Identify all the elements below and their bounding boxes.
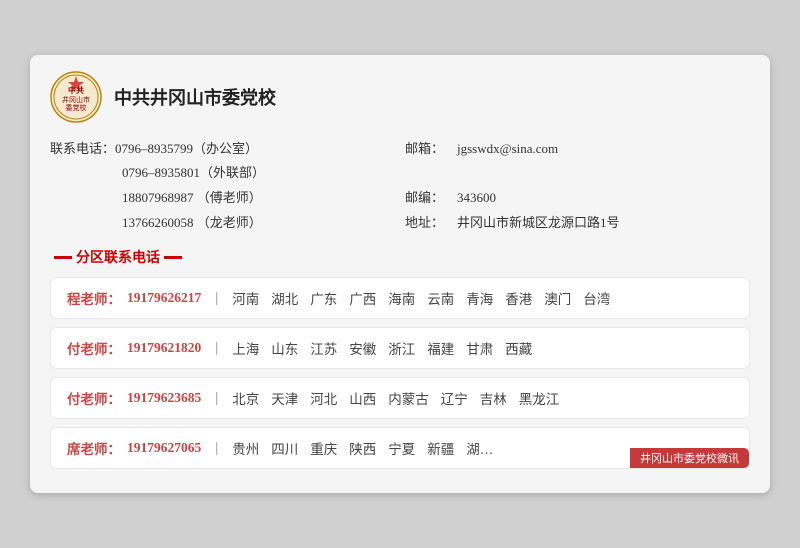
sep-1: | bbox=[215, 290, 218, 307]
region-item-1: 程老师： 19179626217 | 河南 湖北 广东 广西 海南 云南 青海 … bbox=[50, 277, 750, 319]
sep-2: | bbox=[215, 340, 218, 357]
area-2-6: 福建 bbox=[427, 338, 454, 358]
area-4-6: 新疆 bbox=[427, 438, 454, 458]
phone-3: 18807968987 （傅老师） bbox=[122, 186, 262, 211]
region-row-2: 付老师： 19179621820 | 上海 山东 江苏 安徽 浙江 福建 甘肃 … bbox=[67, 338, 733, 358]
area-3-6: 辽宁 bbox=[441, 388, 468, 408]
section-divider: 分区联系电话 bbox=[50, 247, 750, 267]
area-3-5: 内蒙古 bbox=[388, 388, 429, 408]
area-4-2: 四川 bbox=[271, 438, 298, 458]
sep-4: | bbox=[215, 440, 218, 457]
spacer-row bbox=[405, 161, 750, 186]
area-1-6: 云南 bbox=[427, 288, 454, 308]
zipcode-row: 邮编： 343600 bbox=[405, 186, 750, 211]
email-row: 邮箱： jgsswdx@sina.com bbox=[405, 137, 750, 162]
contact-right: 邮箱： jgsswdx@sina.com 邮编： 343600 地址： 井冈山市… bbox=[395, 137, 750, 236]
address-value: 井冈山市新城区龙源口路1号 bbox=[457, 211, 620, 236]
teacher-4: 席老师： bbox=[67, 438, 121, 458]
area-1-10: 台湾 bbox=[583, 288, 610, 308]
area-3-1: 北京 bbox=[232, 388, 259, 408]
area-4-3: 重庆 bbox=[310, 438, 337, 458]
area-1-2: 湖北 bbox=[271, 288, 298, 308]
area-3-4: 山西 bbox=[349, 388, 376, 408]
phone-row-4: 13766260058 （龙老师） bbox=[50, 211, 395, 236]
svg-text:井冈山市: 井冈山市 bbox=[62, 95, 90, 104]
main-card: 中共 井冈山市 委党校 中共井冈山市委党校 联系电话： 0796–8935799… bbox=[30, 55, 770, 494]
email-value: jgsswdx@sina.com bbox=[457, 137, 558, 162]
area-1-9: 澳门 bbox=[544, 288, 571, 308]
area-3-7: 吉林 bbox=[480, 388, 507, 408]
area-4-4: 陕西 bbox=[349, 438, 376, 458]
divider-right bbox=[164, 256, 182, 259]
phone-row-1: 联系电话： 0796–8935799（办公室） bbox=[50, 137, 395, 162]
area-3-3: 河北 bbox=[310, 388, 337, 408]
area-3-8: 黑龙江 bbox=[519, 388, 560, 408]
area-4-7: 湖… bbox=[466, 438, 493, 458]
area-1-7: 青海 bbox=[466, 288, 493, 308]
area-2-8: 西藏 bbox=[505, 338, 532, 358]
phone-label: 联系电话： bbox=[50, 137, 115, 162]
area-1-5: 海南 bbox=[388, 288, 415, 308]
region-item-2: 付老师： 19179621820 | 上海 山东 江苏 安徽 浙江 福建 甘肃 … bbox=[50, 327, 750, 369]
area-1-4: 广西 bbox=[349, 288, 376, 308]
contact-left: 联系电话： 0796–8935799（办公室） 0796–8935801（外联部… bbox=[50, 137, 395, 236]
area-2-4: 安徽 bbox=[349, 338, 376, 358]
phone-row-2: 0796–8935801（外联部） bbox=[50, 161, 395, 186]
region-row-1: 程老师： 19179626217 | 河南 湖北 广东 广西 海南 云南 青海 … bbox=[67, 288, 733, 308]
phone-1: 0796–8935799（办公室） bbox=[115, 137, 258, 162]
section-title: 分区联系电话 bbox=[76, 247, 160, 267]
phone-2: 0796–8935801（外联部） bbox=[122, 161, 265, 186]
region-list: 程老师： 19179626217 | 河南 湖北 广东 广西 海南 云南 青海 … bbox=[50, 277, 750, 477]
svg-text:委党校: 委党校 bbox=[66, 103, 87, 112]
org-name: 中共井冈山市委党校 bbox=[114, 84, 276, 110]
teacher-2: 付老师： bbox=[67, 338, 121, 358]
area-1-1: 河南 bbox=[232, 288, 259, 308]
phone-row-3: 18807968987 （傅老师） bbox=[50, 186, 395, 211]
area-4-5: 宁夏 bbox=[388, 438, 415, 458]
org-logo: 中共 井冈山市 委党校 bbox=[50, 71, 102, 123]
region-row-3: 付老师： 19179623685 | 北京 天津 河北 山西 内蒙古 辽宁 吉林… bbox=[67, 388, 733, 408]
area-2-7: 甘肃 bbox=[466, 338, 493, 358]
area-1-3: 广东 bbox=[310, 288, 337, 308]
area-3-2: 天津 bbox=[271, 388, 298, 408]
teacher-1: 程老师： bbox=[67, 288, 121, 308]
contact-info: 联系电话： 0796–8935799（办公室） 0796–8935801（外联部… bbox=[50, 137, 750, 236]
phone-region-2: 19179621820 bbox=[127, 340, 201, 356]
email-label: 邮箱： bbox=[405, 137, 457, 162]
teacher-3: 付老师： bbox=[67, 388, 121, 408]
header: 中共 井冈山市 委党校 中共井冈山市委党校 bbox=[50, 71, 750, 123]
address-label: 地址： bbox=[405, 211, 457, 236]
phone-region-1: 19179626217 bbox=[127, 290, 201, 306]
area-2-2: 山东 bbox=[271, 338, 298, 358]
area-2-3: 江苏 bbox=[310, 338, 337, 358]
sep-3: | bbox=[215, 390, 218, 407]
divider-left bbox=[54, 256, 72, 259]
phone-region-3: 19179623685 bbox=[127, 390, 201, 406]
area-2-1: 上海 bbox=[232, 338, 259, 358]
watermark: 井冈山市委党校微讯 bbox=[630, 448, 749, 468]
phone-4: 13766260058 （龙老师） bbox=[122, 211, 262, 236]
area-1-8: 香港 bbox=[505, 288, 532, 308]
area-4-1: 贵州 bbox=[232, 438, 259, 458]
area-2-5: 浙江 bbox=[388, 338, 415, 358]
zipcode-label: 邮编： bbox=[405, 186, 457, 211]
region-item-4: 席老师： 19179627065 | 贵州 四川 重庆 陕西 宁夏 新疆 湖… … bbox=[50, 427, 750, 469]
zipcode-value: 343600 bbox=[457, 186, 496, 211]
address-row: 地址： 井冈山市新城区龙源口路1号 bbox=[405, 211, 750, 236]
phone-region-4: 19179627065 bbox=[127, 440, 201, 456]
region-item-3: 付老师： 19179623685 | 北京 天津 河北 山西 内蒙古 辽宁 吉林… bbox=[50, 377, 750, 419]
